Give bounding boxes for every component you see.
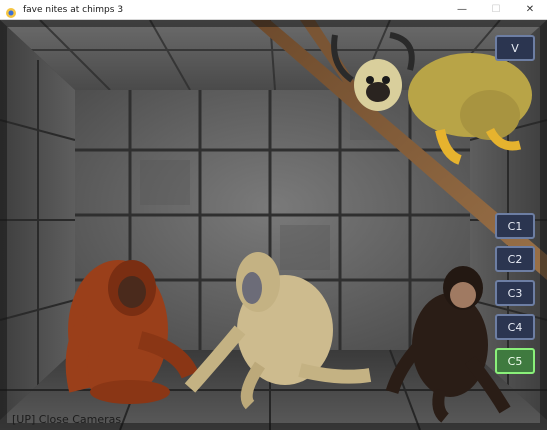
- view-toggle-button[interactable]: V: [495, 35, 535, 61]
- app-icon: [5, 4, 17, 18]
- window-title: fave nites at chimps 3: [23, 4, 124, 15]
- close-cameras-hint: [UP] Close Cameras: [12, 413, 122, 426]
- close-button[interactable]: ✕: [513, 0, 547, 20]
- game-viewport: V C1 C2 C3 C4 C5 [UP] Close Cameras: [0, 20, 547, 430]
- window-controls: — ☐ ✕: [445, 0, 547, 20]
- minimize-button[interactable]: —: [445, 0, 479, 20]
- camera-feed-room: [0, 20, 547, 430]
- maximize-button[interactable]: ☐: [479, 0, 513, 20]
- camera-button-c3[interactable]: C3: [495, 280, 535, 306]
- window-titlebar: fave nites at chimps 3 — ☐ ✕: [0, 0, 547, 20]
- camera-button-c5[interactable]: C5: [495, 348, 535, 374]
- camera-button-c1[interactable]: C1: [495, 213, 535, 239]
- camera-button-c2[interactable]: C2: [495, 246, 535, 272]
- camera-button-c4[interactable]: C4: [495, 314, 535, 340]
